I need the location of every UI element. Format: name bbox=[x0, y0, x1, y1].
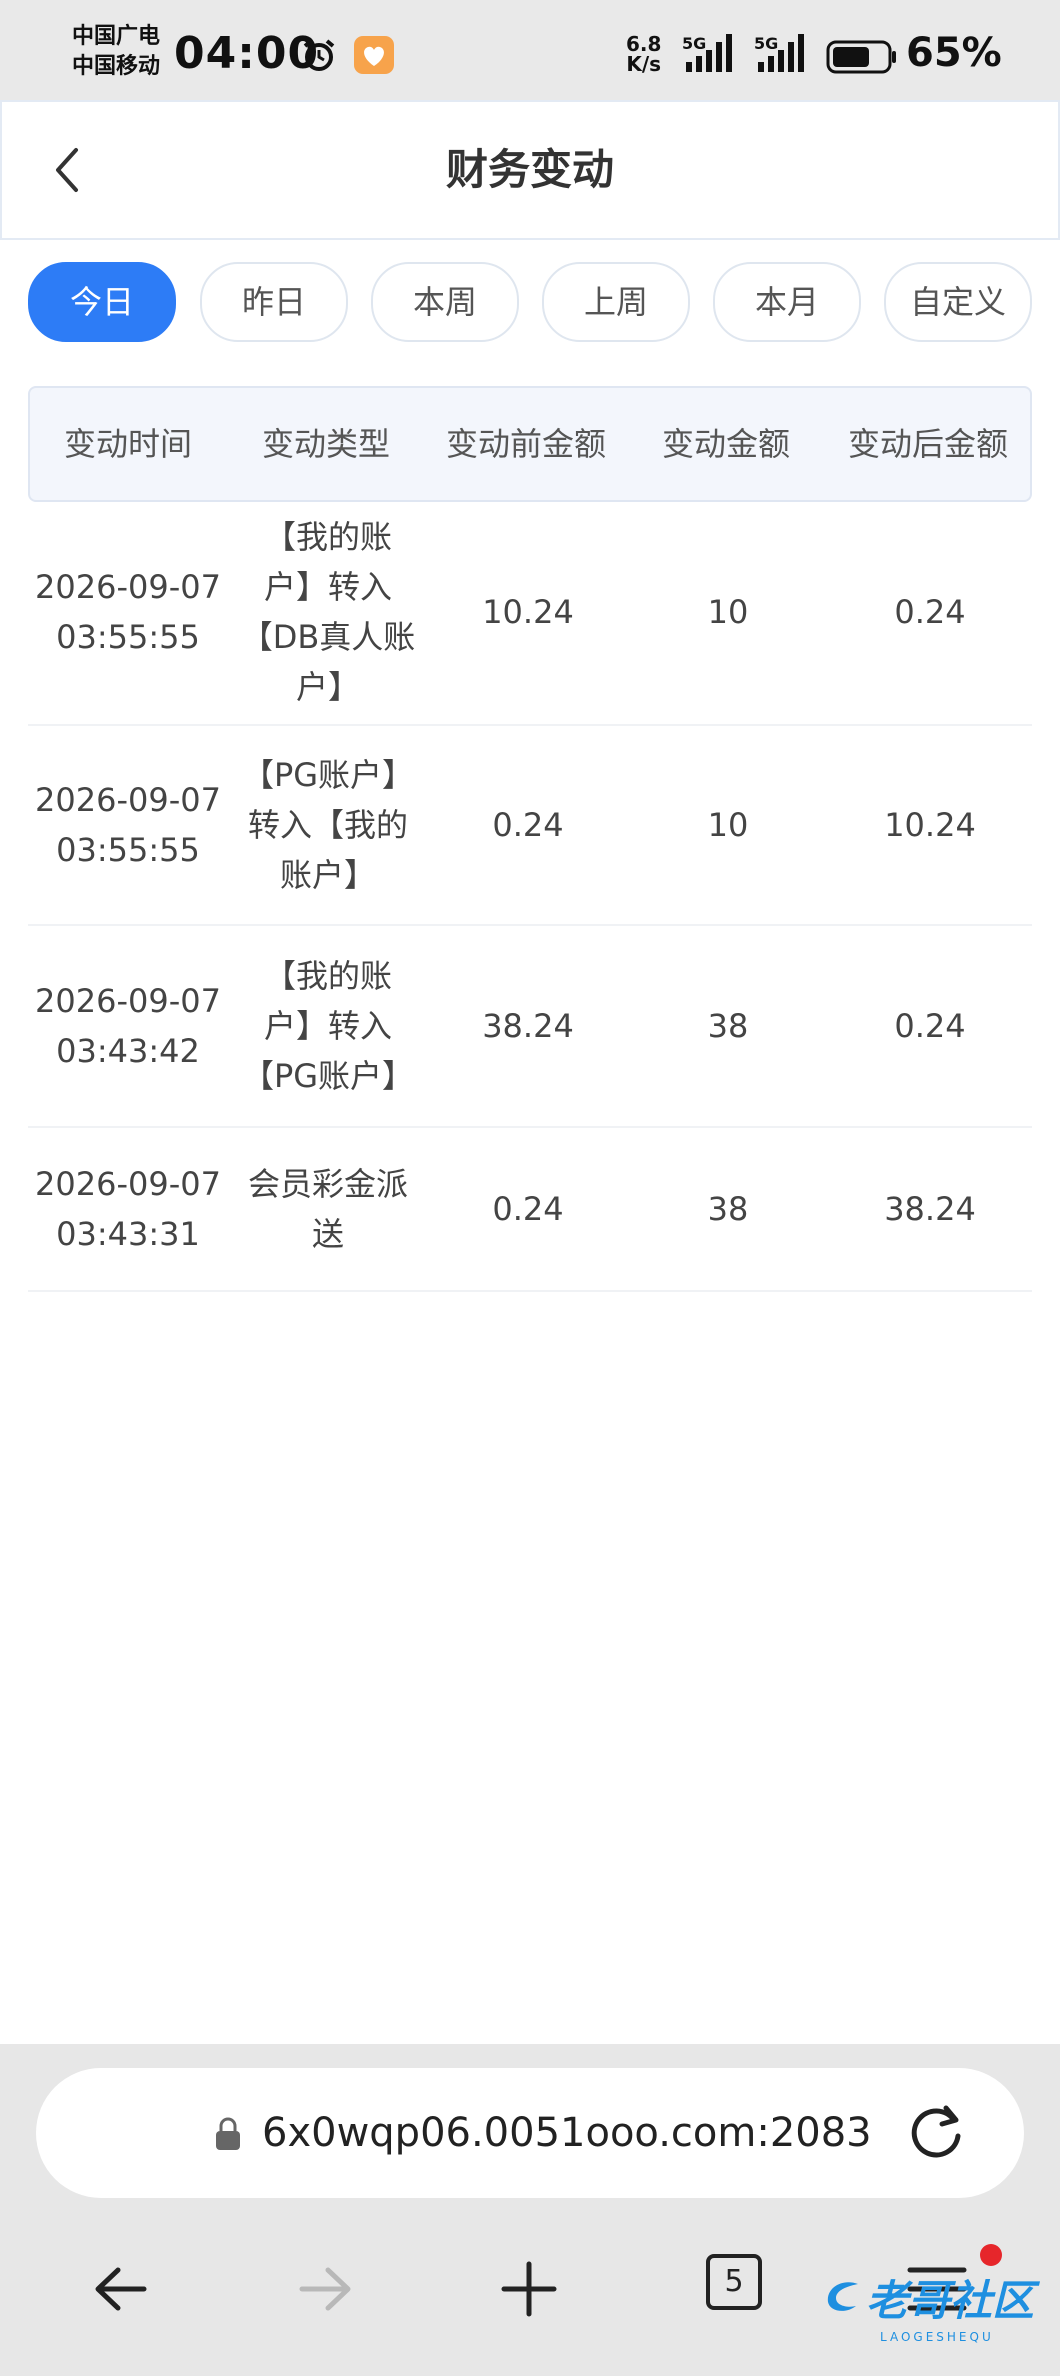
cell-type-line: 户】转入 bbox=[263, 1007, 392, 1045]
cell-type-line: 户】转入 bbox=[263, 568, 392, 606]
address-bar[interactable]: 6x0wqp06.0051ooo.com:2083 bbox=[36, 2068, 1024, 2198]
date-filter-bar: 今日 昨日 本周 上周 本月 自定义 bbox=[28, 262, 1060, 342]
cell-time: 2026-09-07 03:55:55 bbox=[28, 726, 228, 924]
cell-date: 2026-09-07 bbox=[35, 781, 221, 819]
table-header: 变动时间 变动类型 变动前金额 变动金额 变动后金额 bbox=[28, 386, 1032, 502]
carrier-2: 中国移动 bbox=[72, 54, 161, 79]
cell-time: 2026-09-07 03:43:31 bbox=[28, 1128, 228, 1290]
cell-after: 0.24 bbox=[894, 1007, 966, 1045]
cell-type-line: 【PG账户】 bbox=[241, 1057, 415, 1095]
battery-percent: 65% bbox=[906, 30, 1002, 76]
filter-custom[interactable]: 自定义 bbox=[884, 262, 1032, 342]
table-row: 2026-09-07 03:43:42 【我的账 户】转入 【PG账户】 38.2… bbox=[28, 926, 1032, 1128]
lock-icon bbox=[216, 2117, 240, 2150]
cell-before: 0.24 bbox=[492, 1190, 564, 1228]
column-header-amount: 变动金额 bbox=[661, 425, 790, 463]
network-speed-unit: K/s bbox=[626, 52, 662, 76]
cell-type: 【我的账 户】转入 【DB真人账 户】 bbox=[228, 500, 428, 724]
cell-clock: 03:55:55 bbox=[56, 618, 200, 656]
cell-amount: 38 bbox=[707, 1190, 749, 1228]
cell-amount: 38 bbox=[707, 1007, 749, 1045]
watermark-text: 老哥社区 bbox=[866, 2276, 1035, 2325]
browser-toolbar: 6x0wqp06.0051ooo.com:2083 5 bbox=[0, 2044, 1060, 2376]
cell-time: 2026-09-07 03:55:55 bbox=[28, 500, 228, 724]
cell-date: 2026-09-07 bbox=[35, 568, 221, 606]
cell-type: 【PG账户】 转入【我的 账户】 bbox=[228, 726, 428, 924]
filter-last-week[interactable]: 上周 bbox=[542, 262, 690, 342]
filter-this-month[interactable]: 本月 bbox=[713, 262, 861, 342]
carrier-1: 中国广电 bbox=[72, 24, 161, 49]
app-header: 财务变动 bbox=[0, 100, 1060, 240]
cell-type-line: 【我的账 bbox=[263, 957, 392, 995]
filter-this-week[interactable]: 本周 bbox=[371, 262, 519, 342]
status-time: 04:00 bbox=[174, 28, 320, 79]
cell-before: 0.24 bbox=[492, 806, 564, 844]
cell-type: 【我的账 户】转入 【PG账户】 bbox=[228, 926, 428, 1126]
url-text[interactable]: 6x0wqp06.0051ooo.com:2083 bbox=[262, 2068, 872, 2198]
table-row: 2026-09-07 03:43:31 会员彩金派 送 0.24 38 38.24 bbox=[28, 1128, 1032, 1292]
transaction-table: 2026-09-07 03:55:55 【我的账 户】转入 【DB真人账 户】 1… bbox=[28, 500, 1032, 1292]
cell-before: 38.24 bbox=[482, 1007, 574, 1045]
cell-after: 0.24 bbox=[894, 593, 966, 631]
cell-type-line: 【DB真人账 bbox=[240, 618, 416, 656]
battery-icon bbox=[826, 40, 896, 74]
reload-icon[interactable] bbox=[906, 2102, 968, 2164]
cell-date: 2026-09-07 bbox=[35, 982, 221, 1020]
cell-clock: 03:55:55 bbox=[56, 831, 200, 869]
signal-5g-icon: 5G bbox=[680, 30, 744, 74]
cell-after: 10.24 bbox=[884, 806, 976, 844]
cell-type-line: 【PG账户】 bbox=[241, 756, 415, 794]
dragon-logo-icon bbox=[827, 2282, 858, 2311]
cell-amount: 10 bbox=[707, 593, 749, 631]
back-chevron-icon[interactable] bbox=[42, 138, 98, 202]
tab-count-button[interactable]: 5 bbox=[706, 2254, 762, 2310]
cell-clock: 03:43:42 bbox=[56, 1032, 200, 1070]
filter-today[interactable]: 今日 bbox=[28, 262, 176, 342]
status-bar: 中国广电 中国移动 04:00 6.8 K/s 5G 5G 65% bbox=[0, 0, 1060, 100]
column-header-before: 变动前金额 bbox=[445, 425, 606, 463]
table-row: 2026-09-07 03:55:55 【我的账 户】转入 【DB真人账 户】 1… bbox=[28, 500, 1032, 726]
alarm-clock-icon bbox=[303, 39, 335, 71]
notification-dot bbox=[980, 2244, 1002, 2266]
column-header-time: 变动时间 bbox=[63, 425, 192, 463]
cell-type-line: 转入【我的 bbox=[247, 806, 408, 844]
network-speed: 6.8 K/s bbox=[626, 34, 661, 74]
cell-type-line: 送 bbox=[311, 1215, 344, 1253]
cell-type-line: 户】 bbox=[295, 668, 360, 706]
arrow-left-icon[interactable] bbox=[86, 2254, 156, 2324]
watermark-subtext: LAOGESHEQU bbox=[880, 2330, 994, 2344]
cell-amount: 10 bbox=[707, 806, 749, 844]
cell-type: 会员彩金派 送 bbox=[228, 1128, 428, 1290]
cell-type-line: 账户】 bbox=[279, 856, 376, 894]
cell-clock: 03:43:31 bbox=[56, 1215, 200, 1253]
cell-before: 10.24 bbox=[482, 593, 574, 631]
page-title: 财务变动 bbox=[445, 145, 614, 194]
app-notification-icon bbox=[354, 36, 394, 74]
cell-type-line: 【我的账 bbox=[263, 518, 392, 556]
column-header-after: 变动后金额 bbox=[847, 425, 1008, 463]
cell-date: 2026-09-07 bbox=[35, 1165, 221, 1203]
signal-5g-icon-2: 5G bbox=[752, 30, 816, 74]
cell-type-line: 会员彩金派 bbox=[247, 1165, 408, 1203]
cell-after: 38.24 bbox=[884, 1190, 976, 1228]
network-speed-value: 6.8 bbox=[626, 32, 662, 56]
filter-yesterday[interactable]: 昨日 bbox=[200, 262, 348, 342]
cell-time: 2026-09-07 03:43:42 bbox=[28, 926, 228, 1126]
column-header-type: 变动类型 bbox=[261, 425, 390, 463]
plus-icon[interactable] bbox=[494, 2254, 564, 2324]
carrier-labels: 中国广电 中国移动 bbox=[72, 22, 160, 82]
arrow-right-icon[interactable] bbox=[290, 2254, 360, 2324]
table-row: 2026-09-07 03:55:55 【PG账户】 转入【我的 账户】 0.24… bbox=[28, 726, 1032, 926]
